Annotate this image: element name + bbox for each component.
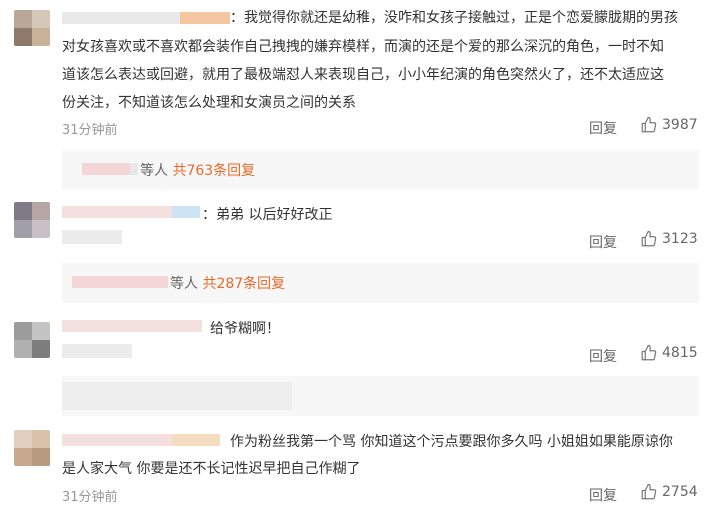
avatar[interactable] xyxy=(14,10,50,46)
sub-replies-count[interactable]: 共287条回复 xyxy=(202,276,285,292)
sub-replies-count[interactable]: 共763条回复 xyxy=(172,163,255,179)
username-blurred xyxy=(72,276,168,288)
like-count: 3987 xyxy=(662,117,698,133)
reply-button[interactable]: 回复 xyxy=(589,346,617,366)
username-blurred[interactable] xyxy=(172,434,220,446)
like-button[interactable]: 3123 xyxy=(640,230,698,248)
thumbs-up-icon xyxy=(641,230,657,247)
comment-text-line: ：我觉得你就还是幼稚，没咋和女孩子接触过，正是个恋爱朦胧期的男孩 xyxy=(230,10,678,26)
username-blurred xyxy=(62,382,292,410)
sub-replies-summary[interactable]: 等人 共287条回复 xyxy=(170,273,285,293)
comment-time: 31分钟前 xyxy=(62,123,118,138)
username-blurred[interactable] xyxy=(172,206,200,218)
reply-button[interactable]: 回复 xyxy=(589,232,617,252)
comment-text-line: 是人家大气 你要是还不长记性迟早把自己作糊了 xyxy=(62,461,361,477)
like-count: 4815 xyxy=(662,345,698,361)
comment-text-line: 份关注，不知道该怎么处理和女演员之间的关系 xyxy=(62,95,356,111)
thumbs-up-icon xyxy=(641,116,657,133)
sub-replies-box[interactable]: 等人 共287条回复 xyxy=(62,263,699,303)
username-blurred[interactable] xyxy=(62,230,122,244)
thumbs-up-icon xyxy=(641,483,657,500)
avatar[interactable] xyxy=(14,322,50,358)
sub-replies-who: 等人 xyxy=(140,163,168,179)
comment-text-line: ：弟弟 以后好好改正 xyxy=(202,207,333,223)
comment-text-line: 作为粉丝我第一个骂 你知道这个污点要跟你多久吗 小姐姐如果能原谅你 xyxy=(230,434,673,450)
sub-replies-box[interactable] xyxy=(62,376,699,416)
username-blurred[interactable] xyxy=(62,434,172,446)
like-count: 2754 xyxy=(662,484,698,500)
sub-replies-box[interactable]: 等人 共763条回复 xyxy=(62,150,699,190)
username-blurred[interactable] xyxy=(62,12,180,24)
username-blurred xyxy=(130,163,138,175)
reply-button[interactable]: 回复 xyxy=(589,118,617,138)
username-blurred[interactable] xyxy=(62,206,172,218)
username-blurred xyxy=(82,163,130,175)
like-button[interactable]: 3987 xyxy=(640,116,698,134)
username-blurred[interactable] xyxy=(180,12,230,24)
comment-text-line: 对女孩喜欢或不喜欢都会装作自己拽拽的嫌弃模样，而演的还是个爱的那么深沉的角色，一… xyxy=(62,39,664,55)
comment-text-line: 给爷糊啊！ xyxy=(210,321,280,337)
username-blurred[interactable] xyxy=(62,320,202,332)
comment-text-line: 道该怎么表达或回避，就用了最极端怼人来表现自己，小小年纪演的角色突然火了，还不太… xyxy=(62,67,664,83)
like-button[interactable]: 4815 xyxy=(640,344,698,362)
reply-button[interactable]: 回复 xyxy=(589,485,617,505)
avatar[interactable] xyxy=(14,202,50,238)
comment-time: 31分钟前 xyxy=(62,490,118,505)
sub-replies-summary[interactable]: 等人 共763条回复 xyxy=(140,160,255,180)
sub-replies-who: 等人 xyxy=(170,276,198,292)
avatar[interactable] xyxy=(14,430,50,466)
thumbs-up-icon xyxy=(641,344,657,361)
username-blurred[interactable] xyxy=(62,344,132,358)
like-button[interactable]: 2754 xyxy=(640,483,698,501)
like-count: 3123 xyxy=(662,231,698,247)
